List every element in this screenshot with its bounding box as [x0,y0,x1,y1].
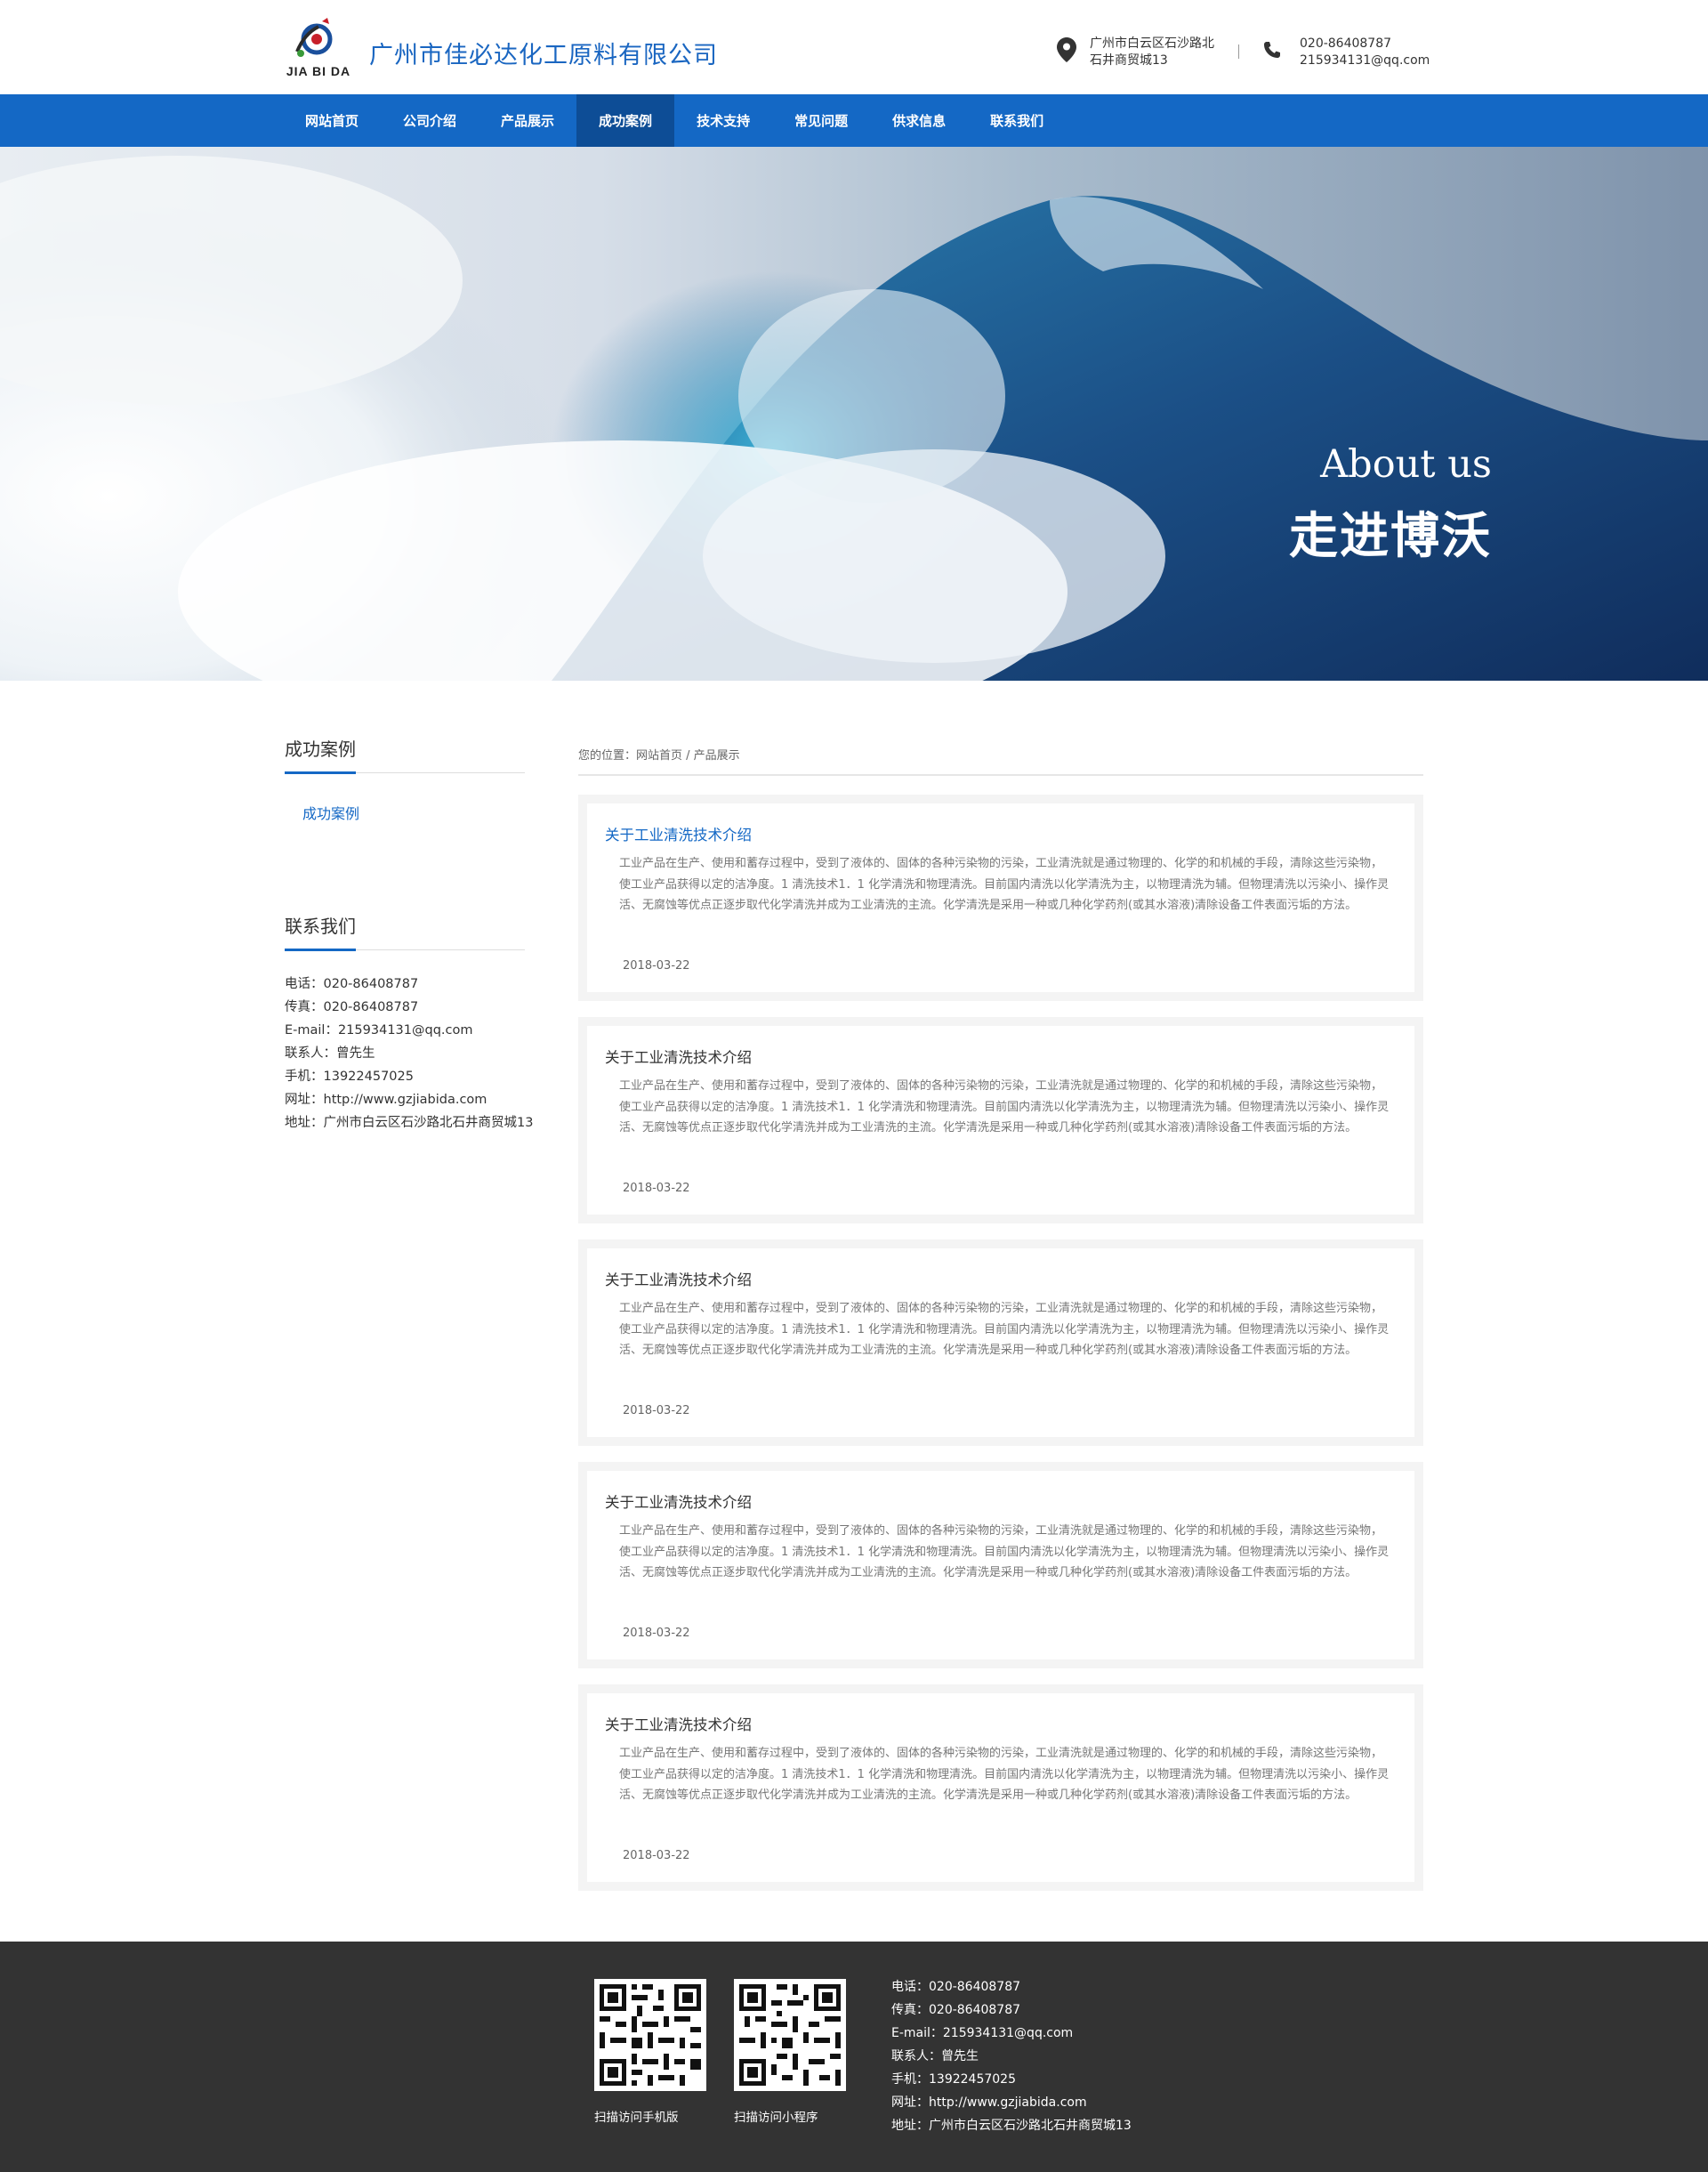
article-card[interactable]: 关于工业清洗技术介绍 工业产品在生产、使用和蓄存过程中，受到了液体的、固体的各种… [578,1017,1423,1223]
phone-icon [1264,42,1280,58]
sidebar-contact-website: 网址：http://www.gzjiabida.com [285,1093,487,1107]
footer-contact-address: 地址：广州市白云区石沙路北石井商贸城13 [891,2119,1132,2133]
sidebar-contact-address: 地址：广州市白云区石沙路北石井商贸城13 [285,1116,534,1130]
qr-code-icon [734,1979,846,2091]
article-summary: 工业产品在生产、使用和蓄存过程中，受到了液体的、固体的各种污染物的污染，工业清洗… [619,1747,1390,1802]
header-address: 广州市白云区石沙路北 石井商贸城13 [1090,36,1214,69]
article-title[interactable]: 关于工业清洗技术介绍 [605,1713,752,1734]
breadcrumb-divider [578,774,1423,776]
sidebar-title-underline [285,771,525,774]
article-date: 2018-03-22 [623,1182,690,1195]
qr-code-icon [594,1979,706,2091]
article-title[interactable]: 关于工业清洗技术介绍 [605,1490,752,1512]
article-summary: 工业产品在生产、使用和蓄存过程中，受到了液体的、固体的各种污染物的污染，工业清洗… [619,1524,1390,1579]
qr-miniprogram-label: 扫描访问小程序 [734,2111,818,2125]
banner-title-en: About us [1320,442,1492,487]
sidebar-contact-underline [285,949,525,951]
article-card-inner: 关于工业清洗技术介绍 工业产品在生产、使用和蓄存过程中，受到了液体的、固体的各种… [587,1693,1414,1882]
nav-item-faq[interactable]: 常见问题 [772,94,870,147]
article-card-inner: 关于工业清洗技术介绍 工业产品在生产、使用和蓄存过程中，受到了液体的、固体的各种… [587,1471,1414,1659]
sidebar-contact-person: 联系人：曾先生 [285,1046,375,1061]
header-email: 215934131@qq.com [1300,53,1430,68]
article-card[interactable]: 关于工业清洗技术介绍 工业产品在生产、使用和蓄存过程中，受到了液体的、固体的各种… [578,1684,1423,1891]
nav-items: 网站首页 公司介绍 产品展示 成功案例 技术支持 常见问题 供求信息 联系我们 [283,94,1066,147]
footer-contact-website: 网址：http://www.gzjiabida.com [891,2095,1087,2110]
article-card[interactable]: 关于工业清洗技术介绍 工业产品在生产、使用和蓄存过程中，受到了液体的、固体的各种… [578,1462,1423,1668]
article-card[interactable]: 关于工业清洗技术介绍 工业产品在生产、使用和蓄存过程中，受到了液体的、固体的各种… [578,1239,1423,1446]
sidebar-contact-fax: 传真：020-86408787 [285,1000,419,1014]
nav-item-contact[interactable]: 联系我们 [968,94,1066,147]
hero-banner: About us 走进博沃 [0,147,1708,681]
article-card-inner: 关于工业清洗技术介绍 工业产品在生产、使用和蓄存过程中，受到了液体的、固体的各种… [587,1248,1414,1437]
footer-contact-mobile: 手机：13922457025 [891,2072,1016,2087]
article-title[interactable]: 关于工业清洗技术介绍 [605,823,752,844]
article-date: 2018-03-22 [623,1849,690,1862]
article-date: 2018-03-22 [623,959,690,973]
footer-contact-fax: 传真：020-86408787 [891,2003,1021,2017]
article-card-inner: 关于工业清洗技术介绍 工业产品在生产、使用和蓄存过程中，受到了液体的、固体的各种… [587,1026,1414,1215]
article-title[interactable]: 关于工业清洗技术介绍 [605,1046,752,1067]
main-nav: 网站首页 公司介绍 产品展示 成功案例 技术支持 常见问题 供求信息 联系我们 [0,94,1708,147]
location-pin-icon [1057,37,1076,62]
article-date: 2018-03-22 [623,1404,690,1417]
footer-contact-phone: 电话：020-86408787 [891,1980,1021,1994]
article-date: 2018-03-22 [623,1627,690,1640]
header-divider [1238,44,1239,59]
nav-item-supply[interactable]: 供求信息 [870,94,968,147]
article-card-inner: 关于工业清洗技术介绍 工业产品在生产、使用和蓄存过程中，受到了液体的、固体的各种… [587,803,1414,992]
sidebar-contact-phone: 电话：020-86408787 [285,977,419,991]
nav-item-products[interactable]: 产品展示 [479,94,576,147]
sidebar-item-cases[interactable]: 成功案例 [302,802,359,823]
header-contact: 020-86408787 215934131@qq.com [1300,36,1430,69]
header-address-line2: 石井商贸城13 [1090,53,1168,68]
site-footer: 扫描访问手机版 扫描访问小程序 电话：020-86408787 传真：020-8… [0,1942,1708,2172]
sidebar-contact-list: 电话：020-86408787 传真：020-86408787 E-mail：2… [285,973,533,1134]
header-phone: 020-86408787 [1300,36,1392,51]
article-title[interactable]: 关于工业清洗技术介绍 [605,1268,752,1289]
footer-contact-person: 联系人：曾先生 [891,2049,979,2063]
article-summary: 工业产品在生产、使用和蓄存过程中，受到了液体的、固体的各种污染物的污染，工业清洗… [619,857,1390,912]
sidebar-contact-title: 联系我们 [285,916,356,937]
qr-mobile-label: 扫描访问手机版 [594,2111,679,2125]
nav-item-tech[interactable]: 技术支持 [674,94,772,147]
header-address-line1: 广州市白云区石沙路北 [1090,36,1214,51]
nav-item-cases[interactable]: 成功案例 [576,94,675,147]
article-summary: 工业产品在生产、使用和蓄存过程中，受到了液体的、固体的各种污染物的污染，工业清洗… [619,1079,1390,1134]
breadcrumb: 您的位置：网站首页 / 产品展示 [578,749,740,763]
sidebar-contact-email: E-mail：215934131@qq.com [285,1023,473,1038]
banner-title-cn: 走进博沃 [1288,507,1492,564]
sidebar-category-title: 成功案例 [285,739,356,760]
nav-item-home[interactable]: 网站首页 [283,94,381,147]
article-summary: 工业产品在生产、使用和蓄存过程中，受到了液体的、固体的各种污染物的污染，工业清洗… [619,1302,1390,1357]
ocean-wave-image [0,147,1708,681]
site-header: JIA BI DA 广州市佳必达化工原料有限公司 广州市白云区石沙路北 石井商贸… [0,0,1708,94]
footer-contact-list: 电话：020-86408787 传真：020-86408787 E-mail：2… [891,1975,1132,2137]
article-card[interactable]: 关于工业清洗技术介绍 工业产品在生产、使用和蓄存过程中，受到了液体的、固体的各种… [578,795,1423,1001]
footer-contact-email: E-mail：215934131@qq.com [891,2026,1074,2040]
nav-item-about[interactable]: 公司介绍 [381,94,479,147]
logo-text: JIA BI DA [286,64,351,78]
sidebar-contact-mobile: 手机：13922457025 [285,1070,414,1084]
company-name[interactable]: 广州市佳必达化工原料有限公司 [369,36,718,70]
